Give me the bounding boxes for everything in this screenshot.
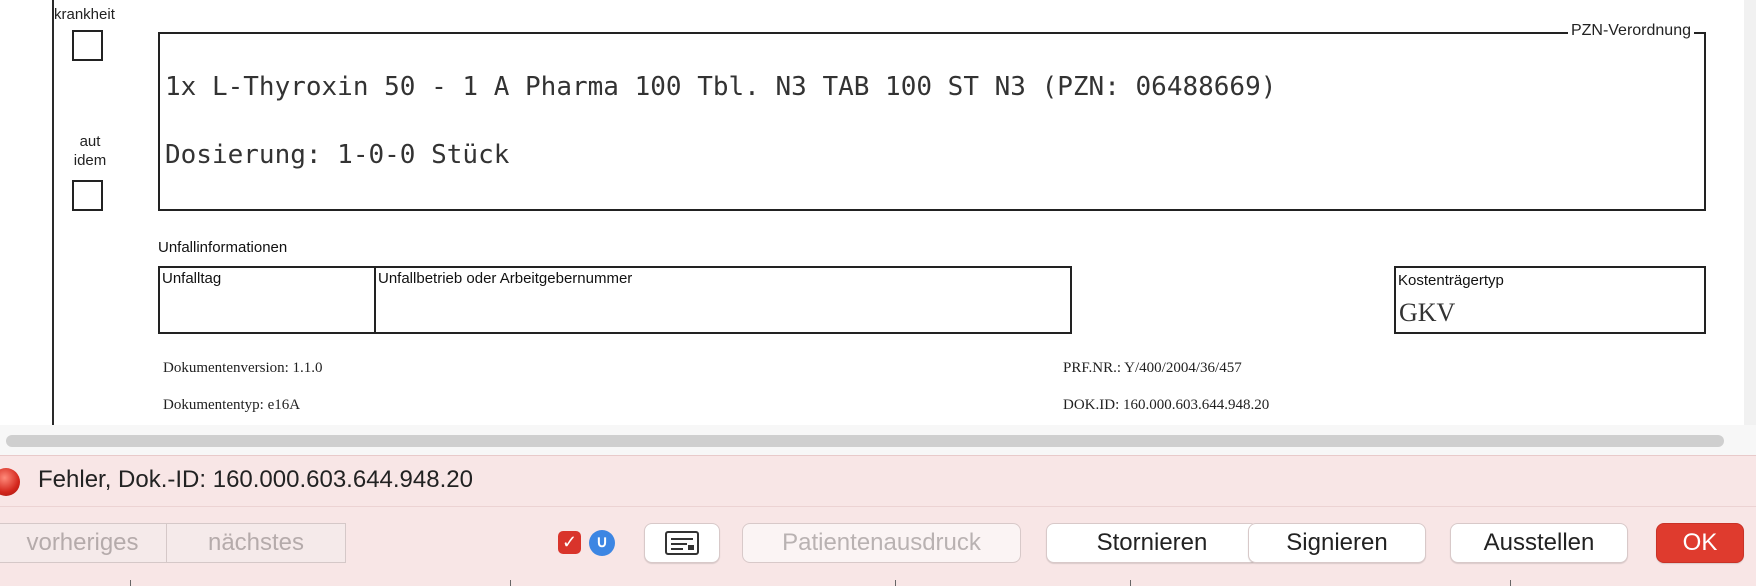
tick-mark [895,580,896,586]
card-icon [665,531,699,555]
tick-mark [1130,580,1131,586]
tick-mark [1510,580,1511,586]
cancel-button[interactable]: Stornieren [1046,523,1258,563]
payer-type-field: Kostenträgertyp GKV [1394,266,1706,334]
prf-number: PRF.NR.: Y/400/2004/36/457 [1063,360,1242,376]
tick-mark [130,580,131,586]
error-status-icon [0,468,20,496]
left-margin-line [52,0,54,425]
stethoscope-icon[interactable]: ∪ [589,530,615,556]
action-bar: Fehler, Dok.-ID: 160.000.603.644.948.20 … [0,455,1756,586]
dosage-line: Dosierung: 1-0-0 Stück [165,140,510,170]
accident-day-field: Unfalltag [158,266,376,334]
patient-print-button[interactable]: Patientenausdruck [742,523,1021,563]
accident-company-label: Unfallbetrieb oder Arbeitgebernummer [378,270,633,287]
tick-mark [510,580,511,586]
scrollbar-thumb[interactable] [6,435,1724,447]
card-button[interactable] [644,523,720,563]
aut-idem-label-line1: aut [79,133,101,150]
prescription-document: krankheit aut idem PZN-Verordnung 1x L-T… [0,0,1744,425]
accident-day-label: Unfalltag [162,270,222,287]
divider [0,506,1756,507]
bottom-tick-marks [0,580,1756,586]
aut-idem-label: aut idem [70,132,110,170]
horizontal-scrollbar[interactable] [0,425,1756,455]
previous-button[interactable]: vorheriges [0,523,167,563]
aut-idem-label-line2: idem [73,152,107,169]
payer-type-label: Kostenträgertyp [1398,272,1504,289]
sign-button[interactable]: Signieren [1248,523,1426,563]
prescription-line: 1x L-Thyroxin 50 - 1 A Pharma 100 Tbl. N… [165,72,1277,102]
ok-button[interactable]: OK [1656,523,1744,563]
document-type: Dokumententyp: e16A [163,397,301,413]
krankheit-checkbox[interactable] [72,30,103,61]
error-message: Fehler, Dok.-ID: 160.000.603.644.948.20 [38,466,473,493]
checkbox-checked-icon[interactable]: ✓ [558,531,581,554]
krankheit-label: krankheit [54,6,115,23]
aut-idem-checkbox[interactable] [72,180,103,211]
accident-company-field: Unfallbetrieb oder Arbeitgebernummer [374,266,1072,334]
document-version: Dokumentenversion: 1.1.0 [163,360,323,376]
document-id: DOK.ID: 160.000.603.644.948.20 [1063,397,1270,413]
next-button[interactable]: nächstes [166,523,346,563]
accident-section-title: Unfallinformationen [158,239,288,256]
issue-button[interactable]: Ausstellen [1450,523,1628,563]
prescription-box: PZN-Verordnung 1x L-Thyroxin 50 - 1 A Ph… [158,22,1706,211]
payer-type-value: GKV [1399,298,1456,327]
prescription-box-label: PZN-Verordnung [1567,22,1694,40]
